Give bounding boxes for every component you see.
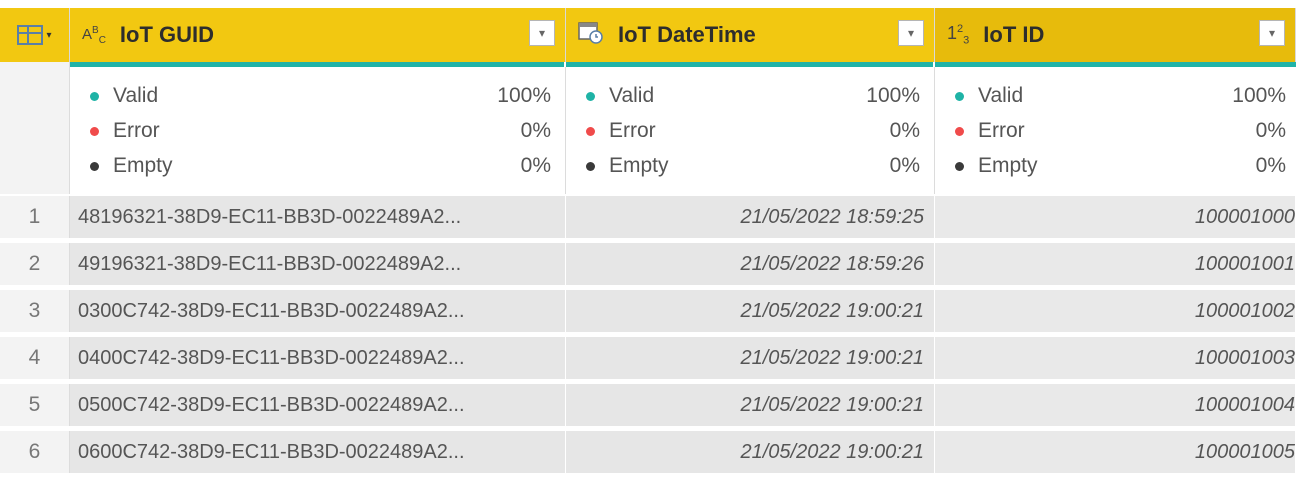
cell-iot-datetime[interactable]: 21/05/2022 19:00:21 — [566, 290, 935, 332]
empty-dot-icon — [90, 161, 99, 171]
datetime-type-icon — [578, 21, 604, 50]
cell-iot-guid[interactable]: 48196321-38D9-EC11-BB3D-0022489A2... — [70, 196, 566, 238]
cell-iot-datetime[interactable]: 21/05/2022 19:00:21 — [566, 337, 935, 379]
cell-iot-datetime[interactable]: 21/05/2022 19:00:21 — [566, 384, 935, 426]
cell-iot-guid[interactable]: 0300C742-38D9-EC11-BB3D-0022489A2... — [70, 290, 566, 332]
valid-dot-icon — [586, 91, 595, 101]
cell-iot-guid[interactable]: 0400C742-38D9-EC11-BB3D-0022489A2... — [70, 337, 566, 379]
error-dot-icon — [90, 126, 99, 136]
column-header-iot-guid[interactable]: ABC IoT GUID ▾ — [70, 8, 566, 62]
column-title: IoT GUID — [119, 22, 215, 47]
column-quality-iot-datetime: Valid 100% Error 0% Empty 0% — [566, 67, 935, 194]
table-row[interactable]: 2 49196321-38D9-EC11-BB3D-0022489A2... 2… — [0, 241, 1296, 285]
table-row[interactable]: 6 0600C742-38D9-EC11-BB3D-0022489A2... 2… — [0, 429, 1296, 473]
chevron-down-icon: ▾ — [46, 29, 52, 41]
row-number: 4 — [0, 337, 70, 379]
data-preview-grid: ▾ ABC IoT GUID ▾ IoT DateTime ▾ 123 IoT … — [0, 0, 1296, 487]
empty-dot-icon — [955, 161, 964, 171]
chevron-down-icon: ▾ — [907, 26, 915, 40]
table-menu-button[interactable]: ▾ — [0, 8, 70, 62]
cell-iot-id[interactable]: 100001005 — [935, 431, 1296, 473]
column-header-iot-id[interactable]: 123 IoT ID ▾ — [935, 8, 1296, 62]
cell-iot-id[interactable]: 100001003 — [935, 337, 1296, 379]
quality-corner — [0, 62, 70, 194]
error-dot-icon — [586, 126, 595, 136]
error-stat: Error 0% — [955, 116, 1286, 146]
row-number: 5 — [0, 384, 70, 426]
valid-dot-icon — [955, 91, 964, 101]
table-row[interactable]: 5 0500C742-38D9-EC11-BB3D-0022489A2... 2… — [0, 382, 1296, 426]
valid-stat: Valid 100% — [586, 81, 920, 111]
cell-iot-datetime[interactable]: 21/05/2022 18:59:26 — [566, 243, 935, 285]
row-number: 6 — [0, 431, 70, 473]
cell-iot-guid[interactable]: 0500C742-38D9-EC11-BB3D-0022489A2... — [70, 384, 566, 426]
empty-stat: Empty 0% — [955, 151, 1286, 181]
error-dot-icon — [955, 126, 964, 136]
cell-iot-datetime[interactable]: 21/05/2022 19:00:21 — [566, 431, 935, 473]
valid-stat: Valid 100% — [90, 81, 551, 111]
empty-stat: Empty 0% — [90, 151, 551, 181]
table-row[interactable]: 3 0300C742-38D9-EC11-BB3D-0022489A2... 2… — [0, 288, 1296, 332]
row-number: 2 — [0, 243, 70, 285]
column-title: IoT ID — [983, 22, 1045, 47]
valid-dot-icon — [90, 91, 99, 101]
cell-iot-id[interactable]: 100001004 — [935, 384, 1296, 426]
table-row[interactable]: 4 0400C742-38D9-EC11-BB3D-0022489A2... 2… — [0, 335, 1296, 379]
chevron-down-icon: ▾ — [1268, 26, 1276, 40]
cell-iot-datetime[interactable]: 21/05/2022 18:59:25 — [566, 196, 935, 238]
chevron-down-icon: ▾ — [538, 26, 546, 40]
column-filter-dropdown[interactable]: ▾ — [1259, 20, 1285, 46]
cell-iot-id[interactable]: 100001001 — [935, 243, 1296, 285]
valid-stat: Valid 100% — [955, 81, 1286, 111]
table-icon — [17, 25, 44, 45]
column-quality-iot-guid: Valid 100% Error 0% Empty 0% — [70, 67, 566, 194]
column-filter-dropdown[interactable]: ▾ — [529, 20, 555, 46]
row-number: 1 — [0, 196, 70, 238]
column-filter-dropdown[interactable]: ▾ — [898, 20, 924, 46]
error-stat: Error 0% — [586, 116, 920, 146]
cell-iot-id[interactable]: 100001002 — [935, 290, 1296, 332]
cell-iot-guid[interactable]: 49196321-38D9-EC11-BB3D-0022489A2... — [70, 243, 566, 285]
cell-iot-guid[interactable]: 0600C742-38D9-EC11-BB3D-0022489A2... — [70, 431, 566, 473]
number-type-icon: 123 — [947, 23, 970, 47]
empty-stat: Empty 0% — [586, 151, 920, 181]
column-quality-iot-id: Valid 100% Error 0% Empty 0% — [935, 67, 1296, 194]
error-stat: Error 0% — [90, 116, 551, 146]
column-title: IoT DateTime — [618, 22, 756, 47]
cell-iot-id[interactable]: 100001000 — [935, 196, 1296, 238]
empty-dot-icon — [586, 161, 595, 171]
row-number: 3 — [0, 290, 70, 332]
table-row[interactable]: 1 48196321-38D9-EC11-BB3D-0022489A2... 2… — [0, 194, 1296, 238]
text-type-icon: ABC — [82, 24, 106, 46]
column-header-iot-datetime[interactable]: IoT DateTime ▾ — [566, 8, 935, 62]
